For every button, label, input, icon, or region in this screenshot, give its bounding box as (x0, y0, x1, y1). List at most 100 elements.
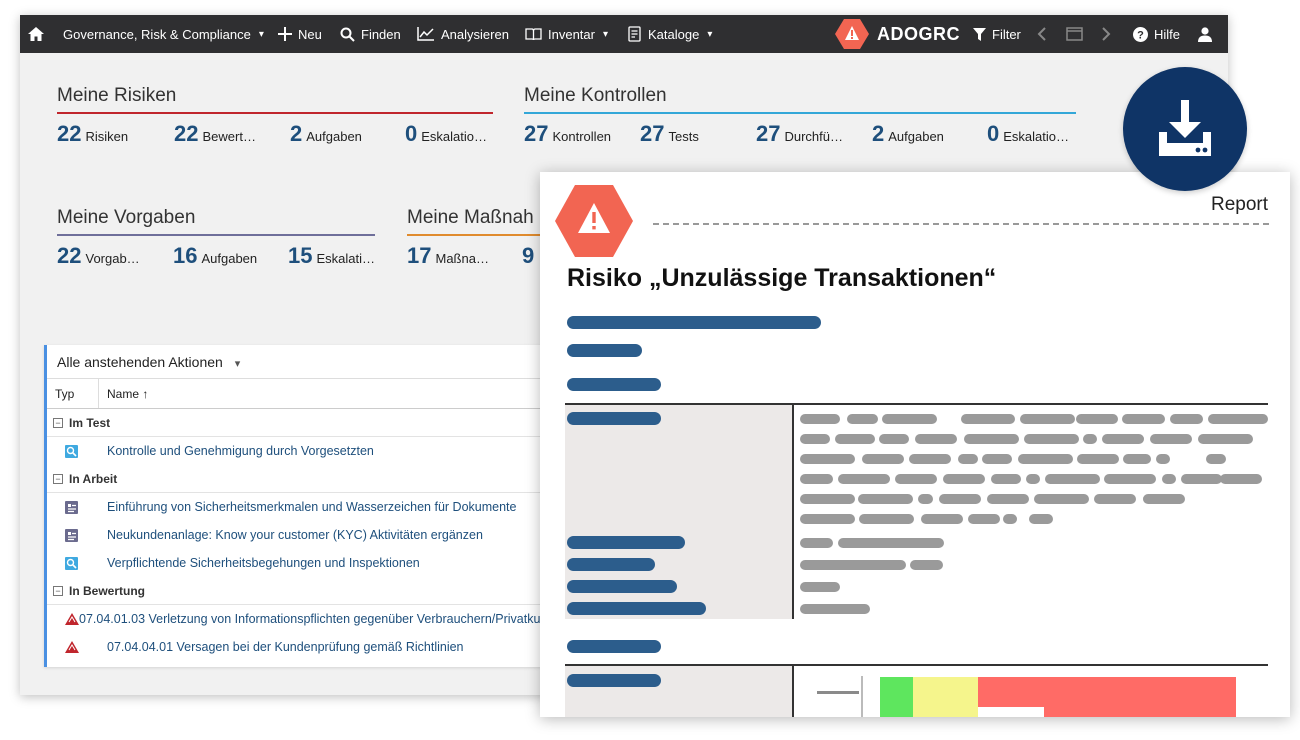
risk-report-preview: Report Risiko „Unzulässige Transaktionen… (540, 172, 1290, 717)
filter-button[interactable]: Filter (973, 15, 1021, 53)
placeholder-text-line (1077, 454, 1119, 464)
list-item[interactable]: Verpflichtende Sicherheitsbegehungen und… (47, 549, 564, 577)
heatmap-cell-yellow (913, 677, 978, 717)
placeholder-line (567, 344, 642, 357)
window-icon[interactable] (1066, 15, 1083, 53)
placeholder-text-line (800, 494, 855, 504)
placeholder-text-line (800, 538, 833, 548)
group-in-progress[interactable]: − In Arbeit (47, 465, 564, 493)
placeholder-text-line (1122, 414, 1165, 424)
stat-executions[interactable]: 27 Durchfü… (756, 121, 843, 147)
stat-escalations[interactable]: 0 Eskalatio… (405, 121, 487, 147)
new-button[interactable]: Neu (278, 15, 322, 53)
analyze-button[interactable]: Analysieren (417, 15, 509, 53)
placeholder-text-line (1208, 414, 1268, 424)
list-item-link[interactable]: Einführung von Sicherheitsmerkmalen und … (107, 493, 516, 521)
collapse-icon[interactable]: − (53, 585, 63, 596)
help-button[interactable]: ? Hilfe (1133, 15, 1180, 53)
chevron-down-icon: ▾ (707, 28, 713, 40)
placeholder-text-line (1104, 474, 1156, 484)
chevron-right-icon[interactable] (1101, 15, 1111, 53)
list-item-link[interactable]: 07.04.04.01 Versagen bei der Kundenprüfu… (107, 633, 464, 661)
placeholder-text-line (1156, 454, 1170, 464)
group-in-assessment[interactable]: − In Bewertung (47, 577, 564, 605)
placeholder-text-line (991, 474, 1021, 484)
user-icon[interactable] (1198, 15, 1212, 53)
summary-requirements-title[interactable]: Meine Vorgaben (57, 207, 375, 236)
placeholder-line (567, 536, 685, 549)
placeholder-text-line (964, 434, 1019, 444)
stat-requirements[interactable]: 22 Vorgab… (57, 243, 140, 269)
find-button[interactable]: Finden (340, 15, 401, 53)
placeholder-text-line (800, 414, 840, 424)
search-icon (340, 27, 355, 42)
placeholder-text-line (847, 414, 878, 424)
stat-tasks[interactable]: 2 Aufgaben (290, 121, 362, 147)
catalogs-menu[interactable]: Kataloge ▾ (628, 15, 712, 53)
risk-warning-icon (555, 185, 633, 262)
chevron-left-icon[interactable] (1037, 15, 1047, 53)
placeholder-text-line (915, 434, 957, 444)
top-navigation-bar: Governance, Risk & Compliance ▾ Neu Finde… (20, 15, 1228, 53)
placeholder-text-line (800, 514, 855, 524)
stat-escalations[interactable]: 0 Eskalatio… (987, 121, 1069, 147)
catalog-icon (628, 26, 641, 42)
stat-measures[interactable]: 17 Maßna… (407, 243, 489, 269)
stat-measures-second[interactable]: 9 (522, 243, 538, 269)
table-header: Typ Name ↑ (47, 379, 564, 409)
placeholder-line (567, 558, 655, 571)
placeholder-text-line (910, 560, 943, 570)
placeholder-text-line (961, 414, 1015, 424)
list-item-link[interactable]: Verpflichtende Sicherheitsbegehungen und… (107, 549, 420, 577)
placeholder-text-line (800, 474, 833, 484)
placeholder-text-line (862, 454, 904, 464)
summary-controls: Meine Kontrollen 27 Kontrollen 27 Tests 27… (524, 85, 1076, 146)
heatmap-cell-red-lower (1044, 707, 1236, 717)
analyze-button-label: Analysieren (441, 26, 509, 42)
list-item-link[interactable]: Kontrolle und Genehmigung durch Vorgeset… (107, 437, 374, 465)
stat-tests[interactable]: 27 Tests (640, 121, 699, 147)
placeholder-line (567, 412, 661, 425)
pending-actions-header[interactable]: Alle anstehenden Aktionen ▾ (47, 345, 564, 379)
inventory-menu[interactable]: Inventar ▾ (525, 15, 608, 53)
placeholder-text-line (1083, 434, 1097, 444)
list-item[interactable]: Kontrolle und Genehmigung durch Vorgeset… (47, 437, 564, 465)
stat-assessments[interactable]: 22 Bewert… (174, 121, 256, 147)
placeholder-text-line (1094, 494, 1136, 504)
placeholder-line (567, 674, 661, 687)
list-item[interactable]: Einführung von Sicherheitsmerkmalen und … (47, 493, 564, 521)
list-item[interactable]: Neukundenanlage: Know your customer (KYC… (47, 521, 564, 549)
placeholder-text-line (800, 582, 840, 592)
stat-risks[interactable]: 22 Risiken (57, 121, 128, 147)
pending-actions-title: Alle anstehenden Aktionen (57, 354, 223, 370)
placeholder-text-line (838, 474, 890, 484)
list-item[interactable]: 07.04.04.01 Versagen bei der Kundenprüfu… (47, 633, 564, 661)
summary-risks-title[interactable]: Meine Risiken (57, 85, 493, 114)
module-menu[interactable]: Governance, Risk & Compliance ▾ (63, 15, 264, 53)
column-type[interactable]: Typ (47, 379, 99, 408)
placeholder-text-line (968, 514, 1000, 524)
list-item-link[interactable]: 07.04.01.03 Verletzung von Informationsp… (79, 605, 564, 633)
summary-controls-title[interactable]: Meine Kontrollen (524, 85, 1076, 114)
placeholder-text-line (918, 494, 933, 504)
placeholder-text-line (858, 494, 913, 504)
chevron-down-icon[interactable]: ▾ (235, 358, 241, 370)
placeholder-text-line (1150, 434, 1192, 444)
module-menu-label: Governance, Risk & Compliance (63, 26, 251, 42)
column-name[interactable]: Name ↑ (99, 379, 148, 408)
collapse-icon[interactable]: − (53, 417, 63, 428)
summary-risks: Meine Risiken 22 Risiken 22 Bewert… 2 Aufga… (57, 85, 493, 146)
placeholder-text-line (1102, 434, 1144, 444)
list-item[interactable]: 07.04.01.03 Verletzung von Informationsp… (47, 605, 564, 633)
placeholder-text-line (1034, 494, 1089, 504)
download-icon[interactable] (1123, 67, 1247, 191)
group-in-test[interactable]: − Im Test (47, 409, 564, 437)
stat-tasks[interactable]: 16 Aufgaben (173, 243, 257, 269)
stat-escalations[interactable]: 15 Eskalati… (288, 243, 375, 269)
stat-controls[interactable]: 27 Kontrollen (524, 121, 611, 147)
home-icon[interactable] (28, 15, 44, 53)
placeholder-text-line (909, 454, 951, 464)
collapse-icon[interactable]: − (53, 473, 63, 484)
stat-tasks[interactable]: 2 Aufgaben (872, 121, 944, 147)
list-item-link[interactable]: Neukundenanlage: Know your customer (KYC… (107, 521, 483, 549)
